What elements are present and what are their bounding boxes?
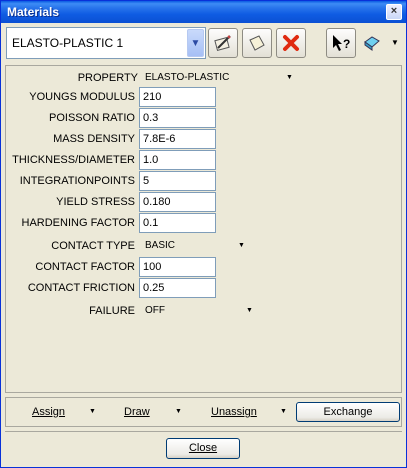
yield-stress-label: YIELD STRESS xyxy=(56,196,135,208)
poisson-ratio-field[interactable]: 0.3 xyxy=(139,108,216,128)
material-select[interactable]: ELASTO-PLASTIC 1 ▼ xyxy=(6,27,206,59)
contact-friction-field[interactable]: 0.25 xyxy=(139,278,216,298)
hardening-factor-field[interactable]: 0.1 xyxy=(139,213,216,233)
mass-density-field[interactable]: 7.8E-6 xyxy=(139,129,216,149)
svg-text:?: ? xyxy=(343,37,350,51)
poisson-ratio-label: POISSON RATIO xyxy=(49,112,135,124)
hardening-factor-label: HARDENING FACTOR xyxy=(21,217,135,229)
color-dropdown-icon[interactable]: ▼ xyxy=(391,38,399,47)
properties-panel: PROPERTY ELASTO-PLASTIC ▼ YOUNGS MODULUS… xyxy=(5,65,402,393)
color-swatch-icon xyxy=(364,36,380,51)
chevron-down-icon[interactable]: ▼ xyxy=(280,408,287,415)
youngs-modulus-field[interactable]: 210 xyxy=(139,87,216,107)
contact-type-label: CONTACT TYPE xyxy=(51,240,135,252)
chevron-down-icon[interactable]: ▼ xyxy=(89,408,96,415)
property-dropdown-value[interactable]: ELASTO-PLASTIC xyxy=(145,72,229,83)
chevron-down-icon[interactable]: ▼ xyxy=(286,74,293,81)
property-label: PROPERTY xyxy=(77,72,138,84)
contact-factor-field[interactable]: 100 xyxy=(139,257,216,277)
chevron-down-icon[interactable]: ▼ xyxy=(246,307,253,314)
toolbar: ELASTO-PLASTIC 1 ▼ ? ▼ xyxy=(3,25,405,63)
thickness-diameter-label: THICKNESS/DIAMETER xyxy=(12,154,135,166)
copy-material-button[interactable] xyxy=(242,28,272,58)
chevron-down-icon[interactable]: ▼ xyxy=(175,408,182,415)
edit-material-button[interactable] xyxy=(208,28,238,58)
materials-window: Materials × ELASTO-PLASTIC 1 ▼ ? ▼ PROPE… xyxy=(0,0,407,468)
contact-type-dropdown-value[interactable]: BASIC xyxy=(145,240,175,251)
contact-friction-label: CONTACT FRICTION xyxy=(27,282,135,294)
copy-icon xyxy=(249,35,265,51)
window-close-button[interactable]: × xyxy=(386,4,402,20)
color-button[interactable] xyxy=(359,28,385,58)
help-icon: ? xyxy=(333,35,350,51)
delete-icon xyxy=(283,35,299,51)
chevron-down-icon[interactable]: ▼ xyxy=(187,29,204,57)
yield-stress-field[interactable]: 0.180 xyxy=(139,192,216,212)
integration-points-label: INTEGRATIONPOINTS xyxy=(19,175,135,187)
action-bar: Assign ▼ Draw ▼ Unassign ▼ Exchange xyxy=(5,397,402,427)
assign-button[interactable]: Assign xyxy=(32,406,65,418)
mass-density-label: MASS DENSITY xyxy=(53,133,135,145)
failure-dropdown-value[interactable]: OFF xyxy=(145,305,165,316)
integration-points-field[interactable]: 5 xyxy=(139,171,216,191)
thickness-diameter-field[interactable]: 1.0 xyxy=(139,150,216,170)
chevron-down-icon[interactable]: ▼ xyxy=(238,242,245,249)
exchange-button[interactable]: Exchange xyxy=(296,402,400,422)
footer: Close xyxy=(5,431,402,465)
window-title: Materials xyxy=(7,5,60,19)
title-bar[interactable]: Materials × xyxy=(1,1,406,23)
context-help-button[interactable]: ? xyxy=(326,28,356,58)
unassign-button[interactable]: Unassign xyxy=(211,406,257,418)
delete-material-button[interactable] xyxy=(276,28,306,58)
close-button[interactable]: Close xyxy=(166,438,240,459)
draw-button[interactable]: Draw xyxy=(124,406,150,418)
contact-factor-label: CONTACT FACTOR xyxy=(35,261,135,273)
material-select-value: ELASTO-PLASTIC 1 xyxy=(12,36,124,50)
failure-label: FAILURE xyxy=(89,305,135,317)
edit-icon xyxy=(214,35,231,51)
youngs-modulus-label: YOUNGS MODULUS xyxy=(29,91,135,103)
